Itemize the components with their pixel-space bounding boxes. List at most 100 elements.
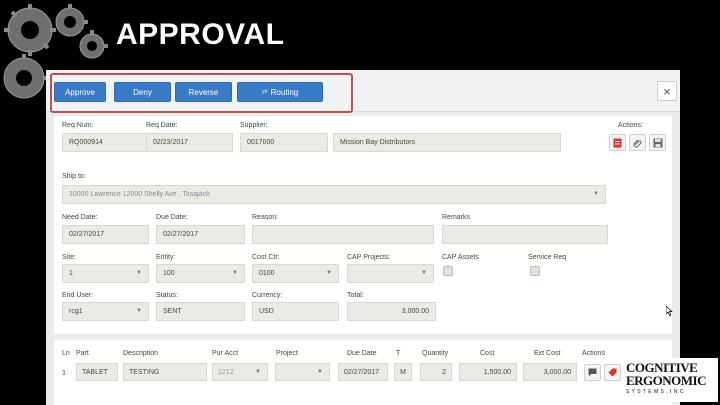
approve-button[interactable]: Approve [54,82,106,102]
reverse-button[interactable]: Reverse [175,82,232,102]
chevron-down-icon: ▼ [326,270,332,276]
pdf-action-button[interactable] [609,134,626,151]
tag-icon [608,368,617,377]
chevron-down-icon: ▼ [136,308,142,314]
routing-icon: ⇄ [261,89,268,96]
due-date-label: Due Date: [156,214,188,221]
close-icon: × [663,83,671,99]
end-user-label: End User: [62,292,94,299]
row-quantity-field[interactable]: 2 [420,363,452,381]
approval-toolbar: Approve Deny Reverse ⇄ Routing × [46,70,680,113]
currency-field[interactable]: USD [252,302,339,321]
total-label: Total: [347,292,364,299]
cap-assets-checkbox[interactable] [443,266,453,276]
currency-label: Currency: [252,292,283,299]
row-ext-cost-field[interactable]: 3,000.00 [523,363,577,381]
close-button[interactable]: × [657,81,677,101]
actions-label: Actions: [618,122,643,129]
attach-action-button[interactable] [629,134,646,151]
col-description: Description [123,350,159,357]
row-due-date-field[interactable]: 02/27/2017 [338,363,388,381]
service-req-label: Service Req [528,254,567,261]
col-part: Part [76,350,89,357]
service-req-checkbox[interactable] [530,266,540,276]
site-select[interactable]: 1 ▼ [62,264,149,283]
entity-value: 100 [163,270,175,277]
req-date-field[interactable]: 02/23/2017 [146,133,233,152]
supplier-name-field[interactable]: Mission Bay Distributors [333,133,561,152]
chevron-down-icon: ▼ [593,191,599,197]
reason-label: Reason: [252,214,279,221]
end-user-value: rcg1 [69,308,83,315]
need-date-field[interactable]: 02/27/2017 [62,225,149,244]
col-ext-cost: Ext Cost [534,350,561,357]
remarks-field[interactable] [442,225,608,244]
row-cost-field[interactable]: 1,500.00 [459,363,517,381]
entity-select[interactable]: 100 ▼ [156,264,245,283]
row-pur-acct-select[interactable]: 1212 ▼ [212,363,268,381]
remarks-label: Remarks [442,214,471,221]
due-date-field[interactable]: 02/27/2017 [156,225,245,244]
cap-projects-select[interactable]: ▼ [347,264,434,283]
reason-field[interactable] [252,225,434,244]
chevron-down-icon: ▼ [136,270,142,276]
col-quantity: Quantity [422,350,449,357]
chevron-down-icon: ▼ [421,270,427,276]
cap-assets-label: CAP Assets [442,254,479,261]
status-field[interactable]: SENT [156,302,245,321]
req-num-field[interactable]: RQ000914 [62,133,148,152]
requisition-header-panel: Req Num: RQ000914 Req Date: 02/23/2017 S… [54,116,673,334]
col-t: T [396,350,401,357]
supplier-label: Supplier: [240,122,268,129]
status-label: Status: [156,292,178,299]
row-pur-acct-value: 1212 [218,368,234,376]
site-value: 1 [69,270,73,277]
row-tag-button[interactable] [604,364,621,381]
site-label: Site: [62,254,77,261]
cost-ctr-label: Cost Ctr: [252,254,280,261]
save-action-button[interactable] [649,134,666,151]
routing-label: Routing [270,87,299,97]
line-items-panel: Ln Part Description Pur Acct Project Due… [54,340,672,405]
total-field[interactable]: 3,000.00 [347,302,436,321]
col-due-date: Due Date [347,350,377,357]
ship-to-value: 10000 Lawrence 12000 Shelly Ave , Tosaja… [69,191,210,198]
row-comment-button[interactable] [584,364,601,381]
row-type-field[interactable]: M [394,363,412,381]
req-date-label: Req Date: [146,122,178,129]
end-user-select[interactable]: rcg1 ▼ [62,302,149,321]
logo-line-2: ERGONOMIC [626,373,707,388]
col-project: Project [276,350,298,357]
col-actions: Actions [582,350,605,357]
supplier-code-field[interactable]: 0017000 [240,133,328,152]
cost-ctr-select[interactable]: 0100 ▼ [252,264,339,283]
need-date-label: Need Date: [62,214,98,221]
approval-window: Approve Deny Reverse ⇄ Routing × Req Num… [46,70,680,405]
col-cost: Cost [480,350,495,357]
col-ln: Ln [62,350,70,357]
chevron-down-icon: ▼ [255,369,261,375]
chevron-down-icon: ▼ [317,369,323,375]
slide-title: APPROVAL [116,18,285,51]
req-num-label: Req Num: [62,122,94,129]
row-part-field[interactable]: TABLET [76,363,118,381]
cost-ctr-value: 0100 [259,270,275,277]
save-icon [653,138,662,147]
comment-icon [588,368,597,377]
row-project-select[interactable]: ▼ [275,363,330,381]
cap-projects-label: CAP Projects: [347,254,391,261]
row-ln: 1 [62,370,66,377]
cursor-icon [666,306,673,316]
routing-button[interactable]: ⇄ Routing [237,82,323,102]
attachment-icon [632,139,642,148]
chevron-down-icon: ▼ [232,270,238,276]
row-description-field[interactable]: TESTING [123,363,207,381]
pdf-icon [613,138,622,147]
company-logo: COGNITIVE ERGONOMIC S Y S T E M S , I N … [622,358,718,402]
slide: APPROVAL Approve Deny Reverse ⇄ Routing … [0,0,720,405]
logo-line-3: S Y S T E M S , I N C [626,389,684,395]
col-pur-acct: Pur Acct [212,350,239,357]
ship-to-label: Ship to: [62,173,86,180]
deny-button[interactable]: Deny [114,82,171,102]
ship-to-select[interactable]: 10000 Lawrence 12000 Shelly Ave , Tosaja… [62,185,606,204]
